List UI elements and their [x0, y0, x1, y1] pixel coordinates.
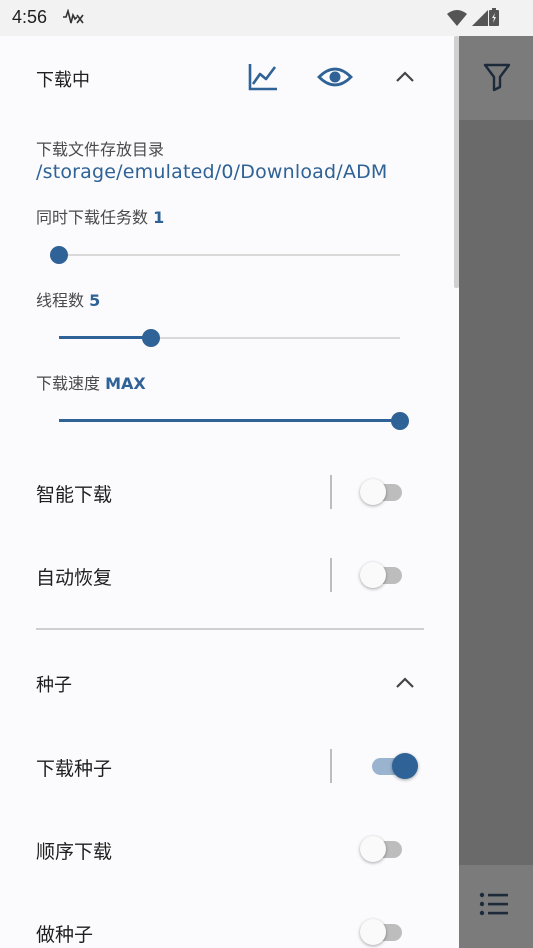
- section-title-downloading: 下载中: [36, 70, 90, 91]
- list-icon[interactable]: [479, 891, 509, 921]
- scrollbar[interactable]: [454, 36, 459, 288]
- slider-thumb[interactable]: [50, 246, 68, 264]
- filter-icon[interactable]: [483, 62, 511, 96]
- speed-slider[interactable]: [59, 411, 409, 431]
- speed-value: MAX: [105, 374, 146, 393]
- seeding-toggle[interactable]: [360, 917, 408, 947]
- eye-icon[interactable]: [316, 62, 354, 92]
- threads-slider[interactable]: [59, 328, 400, 348]
- vertical-divider: [330, 475, 332, 509]
- auto-resume-label: 自动恢复: [36, 567, 113, 589]
- activity-icon: [62, 8, 84, 29]
- concurrent-tasks-slider[interactable]: [50, 245, 400, 265]
- chevron-up-icon[interactable]: [392, 66, 418, 88]
- status-time: 4:56: [12, 7, 48, 27]
- download-dir-label: 下载文件存放目录: [36, 140, 165, 159]
- background-bottom-bar: [459, 865, 533, 948]
- slider-thumb[interactable]: [142, 329, 161, 347]
- download-dir-path[interactable]: /storage/emulated/0/Download/ADM: [36, 161, 388, 183]
- threads-value: 5: [89, 291, 101, 310]
- battery-icon: [488, 7, 500, 31]
- section-title-torrent: 种子: [36, 675, 72, 696]
- vertical-divider: [330, 749, 332, 783]
- auto-resume-toggle[interactable]: [360, 560, 408, 590]
- concurrent-tasks-value: 1: [153, 208, 165, 227]
- slider-fill: [59, 419, 400, 422]
- download-torrent-toggle[interactable]: [366, 751, 418, 781]
- background-content: [459, 36, 533, 948]
- status-bar: 4:56: [0, 0, 533, 36]
- smart-download-toggle[interactable]: [360, 477, 408, 507]
- threads-header: 线程数 5: [36, 287, 100, 311]
- seeding-label: 做种子: [36, 924, 94, 946]
- sequential-download-toggle[interactable]: [360, 834, 408, 864]
- slider-fill: [59, 336, 152, 339]
- section-divider: [36, 628, 424, 630]
- speed-label: 下载速度: [36, 374, 101, 393]
- speed-header: 下载速度 MAX: [36, 370, 146, 394]
- vertical-divider: [330, 558, 332, 592]
- threads-label: 线程数: [36, 291, 85, 310]
- concurrent-tasks-label: 同时下载任务数: [36, 208, 149, 227]
- slider-thumb[interactable]: [391, 412, 409, 430]
- background-toolbar: [459, 36, 533, 120]
- sequential-download-label: 顺序下载: [36, 841, 113, 863]
- settings-drawer: 下载中 下载文件存放目录 /storage/emulated/0/Downloa…: [0, 36, 459, 948]
- chevron-up-icon[interactable]: [392, 672, 418, 694]
- download-torrent-label: 下载种子: [36, 758, 113, 780]
- concurrent-tasks-header: 同时下载任务数 1: [36, 204, 164, 228]
- smart-download-label: 智能下载: [36, 484, 113, 506]
- chart-icon[interactable]: [246, 61, 280, 93]
